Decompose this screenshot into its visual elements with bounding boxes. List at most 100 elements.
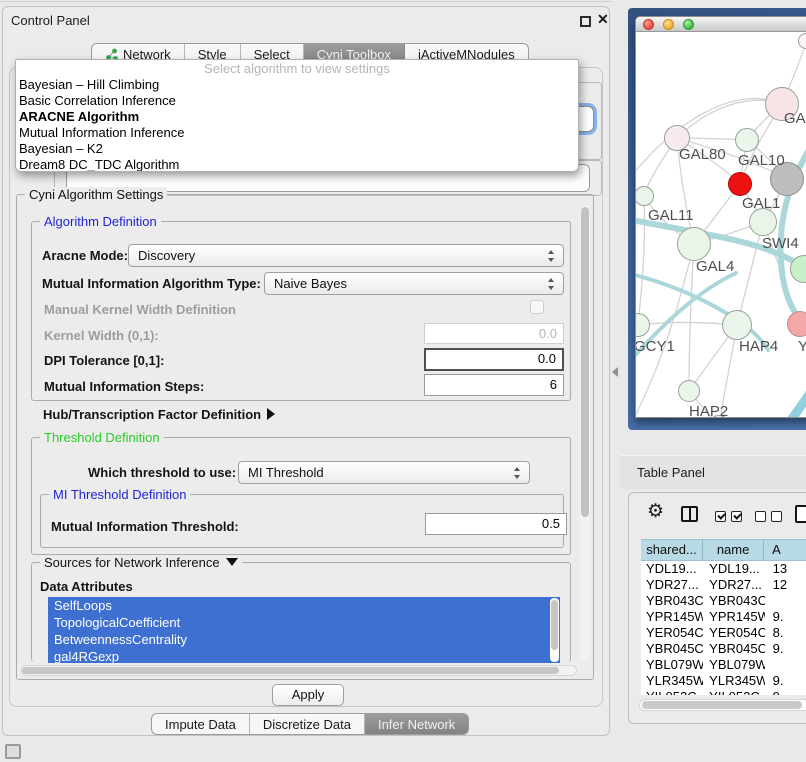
algorithm-dropdown-popup: Select algorithm to view settings Bayesi… (15, 59, 579, 172)
table-row[interactable]: YBL079W YBL079W (641, 657, 806, 673)
network-node-label: GAL4 (696, 258, 734, 275)
network-node-label: GAL11 (648, 207, 694, 224)
algorithm-option[interactable]: Bayesian – K2 (16, 141, 578, 157)
attribute-item[interactable]: BetweennessCentrality (48, 631, 560, 648)
mi-algorithm-type-select[interactable]: Naive Bayes (264, 272, 564, 295)
table-row[interactable]: YPR145W YPR145W 9. (641, 609, 806, 625)
select-all-checkbox-icon[interactable] (715, 511, 726, 522)
network-window: GALGAL80GAL10GAL1GAL11SWI4GAL4GCY1HAP4YH… (635, 16, 806, 418)
network-view-frame: GALGAL80GAL10GAL1GAL11SWI4GAL4GCY1HAP4YH… (628, 8, 806, 430)
threshold-definition-group: Threshold Definition Which threshold to … (31, 437, 571, 555)
mi-steps-label: Mutual Information Steps: (44, 379, 204, 394)
algorithm-option[interactable]: Bayesian – Hill Climbing (16, 77, 578, 93)
close-panel-icon[interactable]: ✕ (597, 11, 609, 28)
expand-arrow-icon (267, 408, 275, 420)
which-threshold-select[interactable]: MI Threshold (238, 461, 530, 484)
new-table-icon[interactable] (795, 505, 806, 523)
column-header[interactable]: A (764, 540, 806, 560)
table-row[interactable]: YDL19... YDL19... 13 (641, 561, 806, 577)
table-horizontal-scrollbar[interactable] (639, 699, 806, 711)
attribute-item[interactable]: TopologicalCoefficient (48, 614, 560, 631)
mi-threshold-definition-group: MI Threshold Definition Mutual Informati… (40, 494, 564, 548)
network-node[interactable] (722, 310, 752, 340)
network-node[interactable] (787, 311, 806, 337)
dpi-tolerance-input[interactable]: 0.0 (424, 348, 564, 371)
network-node[interactable] (728, 172, 752, 196)
data-attributes-label: Data Attributes (40, 579, 133, 594)
network-node-label: Y (798, 338, 806, 355)
deselect-checkbox-icon[interactable] (755, 511, 766, 522)
dpi-tolerance-label: DPI Tolerance [0,1]: (44, 353, 164, 368)
zoom-window-icon[interactable] (683, 19, 694, 30)
network-node[interactable] (677, 227, 711, 261)
mi-threshold-input[interactable]: 0.5 (425, 513, 567, 535)
algorithm-definition-group: Algorithm Definition Aracne Mode: Discov… (31, 221, 571, 401)
stepper-arrows-icon (548, 277, 555, 291)
gear-icon[interactable]: ⚙ (647, 500, 664, 523)
manual-kernel-width-label: Manual Kernel Width Definition (44, 302, 236, 317)
network-node-label: HAP2 (689, 403, 728, 417)
group-title: Algorithm Definition (40, 214, 161, 229)
close-window-icon[interactable] (643, 19, 654, 30)
corner-widget[interactable] (5, 744, 21, 759)
float-window-icon[interactable] (580, 16, 591, 27)
network-node[interactable] (749, 208, 777, 236)
network-window-titlebar[interactable] (636, 17, 806, 32)
algorithm-option[interactable]: Dream8 DC_TDC Algorithm (16, 157, 578, 172)
table-row[interactable]: YBR043C YBR043C (641, 593, 806, 609)
table-panel-header: Table Panel (620, 455, 806, 489)
network-node-label: GCY1 (636, 338, 675, 355)
column-header[interactable]: name (703, 540, 764, 560)
minimize-window-icon[interactable] (663, 19, 674, 30)
manual-kernel-width-checkbox[interactable] (530, 300, 544, 314)
settings-vertical-scrollbar[interactable] (580, 205, 590, 661)
attribute-list-scrollbar[interactable] (550, 598, 559, 662)
data-attributes-list[interactable]: SelfLoops TopologicalCoefficient Between… (48, 597, 560, 663)
collapse-arrow-icon (226, 558, 238, 566)
attribute-item[interactable]: SelfLoops (48, 597, 560, 614)
table-row[interactable]: YLR345W YLR345W 9. (641, 673, 806, 689)
column-header[interactable]: shared... (641, 540, 703, 560)
control-panel-window: Control Panel ✕ Network Style Select Cyn… (2, 6, 610, 736)
sources-toggle[interactable]: Sources for Network Inference (40, 555, 242, 570)
tab-impute-data[interactable]: Impute Data (152, 714, 250, 734)
mi-steps-input[interactable]: 6 (424, 374, 564, 396)
panel-divider-grip[interactable] (612, 367, 618, 377)
table-row[interactable]: YIL052C YIL052C 9. (641, 689, 806, 695)
algorithm-option[interactable]: Basic Correlation Inference (16, 93, 578, 109)
network-node[interactable] (678, 380, 700, 402)
stepper-arrows-icon (514, 466, 521, 480)
kernel-width-label: Kernel Width (0,1): (44, 328, 159, 343)
split-columns-icon[interactable] (681, 506, 698, 522)
kernel-width-input[interactable]: 0.0 (424, 323, 564, 344)
hub-definition-toggle[interactable]: Hub/Transcription Factor Definition (43, 407, 275, 422)
network-node[interactable] (735, 128, 759, 152)
table-row[interactable]: YDR27... YDR27... 12 (641, 577, 806, 593)
tab-infer-network[interactable]: Infer Network (365, 714, 468, 734)
settings-horizontal-scrollbar[interactable] (21, 665, 577, 676)
mi-threshold-label: Mutual Information Threshold: (51, 519, 239, 534)
panel-title: Control Panel (11, 13, 90, 28)
mi-algorithm-type-label: Mutual Information Algorithm Type: (42, 276, 261, 291)
network-node-label: HAP4 (739, 338, 778, 355)
top-divider (0, 1, 612, 2)
table-header-row: shared... name A (641, 539, 806, 561)
table-row[interactable]: YBR045C YBR045C 9. (641, 641, 806, 657)
node-attribute-table: shared... name A YDL19... YDL19... 13 YD… (641, 539, 806, 695)
deselect-checkbox-icon[interactable] (771, 511, 782, 522)
table-body: YDL19... YDL19... 13 YDR27... YDR27... 1… (641, 561, 806, 695)
network-canvas[interactable]: GALGAL80GAL10GAL1GAL11SWI4GAL4GCY1HAP4YH… (636, 33, 806, 417)
table-row[interactable]: YER054C YER054C 8. (641, 625, 806, 641)
apply-button[interactable]: Apply (272, 684, 344, 706)
application-window: Control Panel ✕ Network Style Select Cyn… (0, 0, 806, 762)
tab-discretize-data[interactable]: Discretize Data (250, 714, 365, 734)
group-title: Threshold Definition (40, 430, 164, 445)
algorithm-option[interactable]: Mutual Information Inference (16, 125, 578, 141)
algorithm-option-selected[interactable]: ARACNE Algorithm (16, 109, 578, 125)
table-panel: ⚙ shared... name A YDL19... YDL19... 13 (628, 492, 806, 724)
aracne-mode-select[interactable]: Discovery (128, 244, 564, 267)
select-all-checkbox-icon[interactable] (731, 511, 742, 522)
group-title: MI Threshold Definition (49, 487, 190, 502)
attribute-item[interactable]: gal4RGexp (48, 648, 560, 663)
network-node-label: SWI4 (762, 235, 799, 252)
